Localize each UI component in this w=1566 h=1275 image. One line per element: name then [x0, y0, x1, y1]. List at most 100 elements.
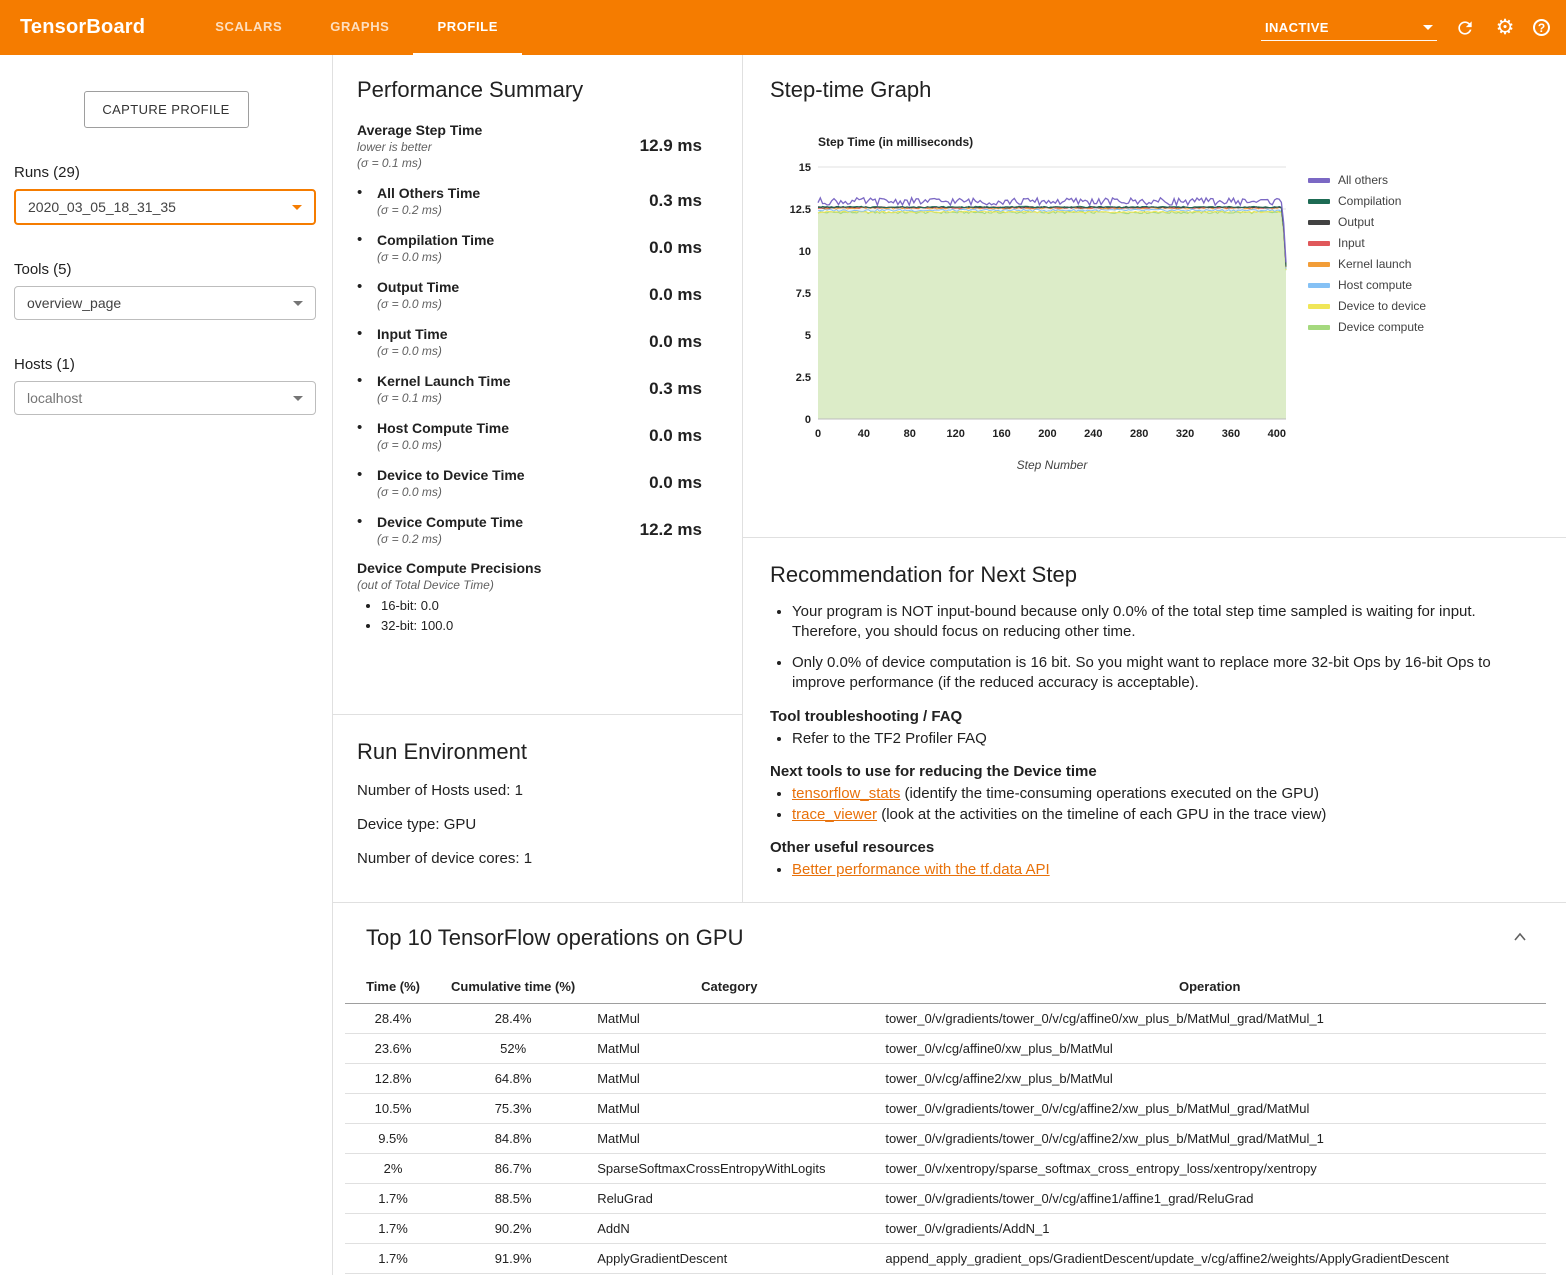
table-cell: MatMul	[585, 1034, 873, 1064]
svg-text:120: 120	[946, 428, 964, 440]
tab-graphs[interactable]: GRAPHS	[306, 0, 413, 55]
svg-text:240: 240	[1084, 428, 1102, 440]
right-column: Step-time Graph Step Time (in millisecon…	[743, 55, 1566, 902]
metric-label: Device Compute Time	[377, 513, 523, 531]
chart-wrap: Step Time (in milliseconds)02.557.51012.…	[776, 131, 1566, 487]
recommendation-item: Refer to the TF2 Profiler FAQ	[792, 730, 1526, 747]
table-cell: MatMul	[585, 1094, 873, 1124]
table-cell: 88.5%	[441, 1184, 585, 1214]
metric-row: •All Others Time(σ = 0.2 ms)0.3 ms	[357, 184, 742, 218]
legend-swatch	[1308, 220, 1330, 225]
metric-left: •All Others Time(σ = 0.2 ms)	[357, 184, 480, 218]
refresh-icon[interactable]	[1453, 16, 1477, 40]
recommendation-list: tensorflow_stats (identify the time-cons…	[770, 785, 1526, 823]
ops-table-header-row: Time (%)Cumulative time (%)CategoryOpera…	[345, 971, 1546, 1004]
table-cell: tower_0/v/gradients/tower_0/v/cg/affine0…	[873, 1004, 1546, 1034]
link-tensorflow-stats[interactable]: tensorflow_stats	[792, 785, 900, 802]
status-dropdown-value: INACTIVE	[1265, 20, 1329, 35]
step-time-graph-section: Step-time Graph Step Time (in millisecon…	[743, 55, 1566, 537]
recommendation-heading: Next tools to use for reducing the Devic…	[770, 763, 1526, 780]
metric-row: •Kernel Launch Time(σ = 0.1 ms)0.3 ms	[357, 372, 742, 406]
hosts-label: Hosts (1)	[14, 356, 332, 373]
metric-sigma: (σ = 0.0 ms)	[377, 296, 459, 312]
metric-left: •Kernel Launch Time(σ = 0.1 ms)	[357, 372, 511, 406]
metric-text: Input Time(σ = 0.0 ms)	[377, 325, 448, 359]
runs-select-value: 2020_03_05_18_31_35	[28, 199, 176, 215]
table-row: 10.5%75.3%MatMultower_0/v/gradients/towe…	[345, 1094, 1546, 1124]
left-column: Performance Summary Average Step Timelow…	[333, 55, 743, 902]
app-title: TensorBoard	[20, 16, 145, 39]
column-header: Operation	[873, 971, 1546, 1004]
ops-table-body: 28.4%28.4%MatMultower_0/v/gradients/towe…	[345, 1004, 1546, 1274]
top-ops-section: Top 10 TensorFlow operations on GPU Time…	[333, 902, 1566, 1274]
legend-label: Device compute	[1338, 320, 1424, 334]
table-cell: tower_0/v/gradients/AddN_1	[873, 1214, 1546, 1244]
table-cell: 75.3%	[441, 1094, 585, 1124]
recommendation-section: Recommendation for Next Step Your progra…	[743, 537, 1566, 902]
table-cell: tower_0/v/gradients/tower_0/v/cg/affine2…	[873, 1124, 1546, 1154]
legend-item: Compilation	[1308, 194, 1426, 208]
metric-label: Compilation Time	[377, 231, 494, 249]
runs-select[interactable]: 2020_03_05_18_31_35	[14, 189, 316, 225]
link-trace-viewer[interactable]: trace_viewer	[792, 806, 877, 823]
recommendation-item: Better performance with the tf.data API	[792, 861, 1526, 878]
svg-text:0: 0	[815, 428, 821, 440]
legend-swatch	[1308, 262, 1330, 267]
performance-summary-title: Performance Summary	[357, 77, 742, 103]
header-controls: INACTIVE ⚙ ?	[1261, 15, 1550, 41]
capture-profile-button[interactable]: CAPTURE PROFILE	[84, 91, 249, 128]
metric-text: Average Step Timelower is better(σ = 0.1…	[357, 121, 482, 171]
tab-scalars[interactable]: SCALARS	[191, 0, 306, 55]
table-row: 1.7%91.9%ApplyGradientDescentappend_appl…	[345, 1244, 1546, 1274]
run-environment-title: Run Environment	[357, 739, 742, 765]
metric-text: All Others Time(σ = 0.2 ms)	[377, 184, 480, 218]
recommendation-heading: Tool troubleshooting / FAQ	[770, 708, 1526, 725]
legend-label: All others	[1338, 173, 1388, 187]
svg-text:400: 400	[1268, 428, 1286, 440]
metric-value: 0.0 ms	[649, 285, 742, 305]
recommendation-list: Refer to the TF2 Profiler FAQ	[770, 730, 1526, 747]
table-row: 2%86.7%SparseSoftmaxCrossEntropyWithLogi…	[345, 1154, 1546, 1184]
metric-sigma: (σ = 0.1 ms)	[357, 155, 482, 171]
legend-item: Output	[1308, 215, 1426, 229]
status-dropdown[interactable]: INACTIVE	[1261, 15, 1437, 41]
table-cell: SparseSoftmaxCrossEntropyWithLogits	[585, 1154, 873, 1184]
metric-row: •Input Time(σ = 0.0 ms)0.0 ms	[357, 325, 742, 359]
link-better-performance-with-the-tf-data-api[interactable]: Better performance with the tf.data API	[792, 861, 1050, 878]
table-cell: 10.5%	[345, 1094, 441, 1124]
table-cell: 28.4%	[345, 1004, 441, 1034]
table-cell: ReluGrad	[585, 1184, 873, 1214]
metric-row: •Compilation Time(σ = 0.0 ms)0.0 ms	[357, 231, 742, 265]
svg-text:Step Number: Step Number	[1017, 458, 1089, 472]
hosts-select[interactable]: localhost	[14, 381, 316, 415]
table-cell: tower_0/v/gradients/tower_0/v/cg/affine2…	[873, 1094, 1546, 1124]
header-tabs: SCALARSGRAPHSPROFILE	[191, 0, 522, 55]
metric-note: lower is better	[357, 139, 482, 155]
metric-label: Average Step Time	[357, 121, 482, 139]
chevron-down-icon	[292, 205, 302, 210]
collapse-section-button[interactable]	[1508, 927, 1532, 950]
page-content: CAPTURE PROFILE Runs (29) 2020_03_05_18_…	[0, 55, 1566, 1275]
recommendation-sections: Tool troubleshooting / FAQ Refer to the T…	[770, 708, 1526, 878]
legend-swatch	[1308, 283, 1330, 288]
column-header: Cumulative time (%)	[441, 971, 585, 1004]
svg-text:7.5: 7.5	[796, 288, 811, 300]
svg-text:0: 0	[805, 414, 811, 426]
table-cell: 91.9%	[441, 1244, 585, 1274]
top-ops-header: Top 10 TensorFlow operations on GPU	[345, 925, 1546, 951]
settings-gear-icon[interactable]: ⚙	[1493, 16, 1517, 40]
metric-left: •Output Time(σ = 0.0 ms)	[357, 278, 459, 312]
tools-select[interactable]: overview_page	[14, 286, 316, 320]
metric-label: All Others Time	[377, 184, 480, 202]
chevron-up-icon	[1512, 931, 1528, 943]
metric-row: •Device Compute Time(σ = 0.2 ms)12.2 ms	[357, 513, 742, 547]
help-icon[interactable]: ?	[1533, 19, 1550, 36]
metric-sigma: (σ = 0.0 ms)	[377, 343, 448, 359]
tab-profile[interactable]: PROFILE	[413, 0, 522, 55]
svg-text:280: 280	[1130, 428, 1148, 440]
svg-text:5: 5	[805, 330, 811, 342]
run-environment-line: Number of device cores: 1	[357, 850, 742, 867]
precisions-title: Device Compute Precisions	[357, 560, 742, 576]
performance-summary-section: Performance Summary Average Step Timelow…	[333, 55, 742, 714]
svg-text:80: 80	[904, 428, 916, 440]
